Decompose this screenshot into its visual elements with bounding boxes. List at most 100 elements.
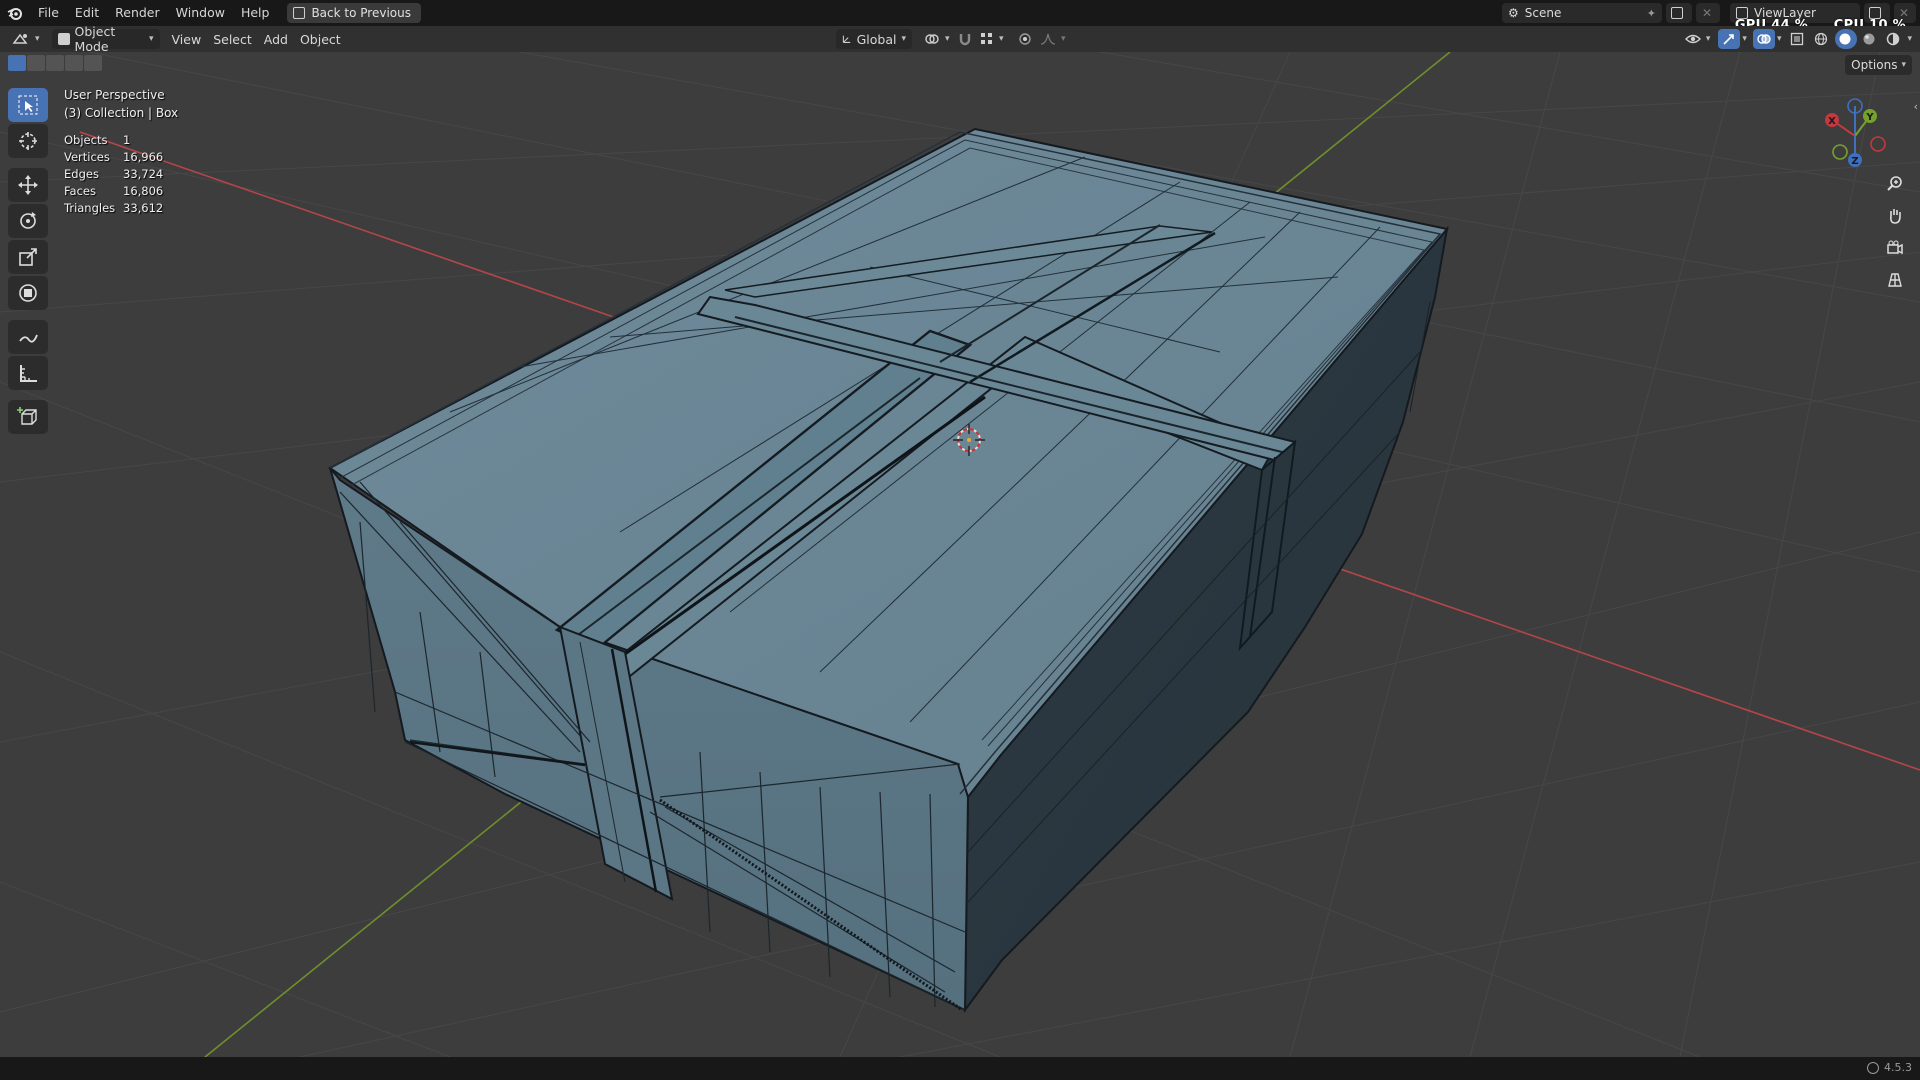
cursor-arrow-icon [18, 95, 38, 115]
snap-target-button[interactable]: ▾ [974, 29, 1010, 49]
stat-label: Faces [64, 184, 96, 198]
chevron-down-icon: ▾ [999, 34, 1004, 44]
select-extend-icon[interactable] [27, 55, 45, 71]
stat-label: Edges [64, 167, 99, 181]
add-cube-tool[interactable] [8, 400, 48, 434]
version-label: 4.5.3 [1884, 1061, 1912, 1074]
menu-select[interactable]: Select [207, 29, 258, 49]
chevron-down-icon: ▾ [1705, 34, 1711, 44]
material-preview-button[interactable] [1859, 29, 1881, 49]
menu-view[interactable]: View [166, 29, 208, 49]
3d-viewport[interactable]: User Perspective (3) Collection | Box Ob… [0, 52, 1920, 1057]
box-mesh[interactable] [328, 127, 1449, 1014]
rendered-shading-button[interactable] [1883, 29, 1905, 49]
menu-object[interactable]: Object [294, 29, 347, 49]
neg-y-axis-icon[interactable] [1832, 144, 1848, 160]
neg-x-axis-icon[interactable] [1870, 136, 1886, 152]
stat-value: 1 [123, 133, 131, 147]
back-to-previous-button[interactable]: Back to Previous [287, 3, 421, 23]
gizmo-toggle[interactable] [1718, 29, 1741, 49]
stat-label: Objects [64, 133, 108, 147]
xray-icon [1791, 32, 1804, 46]
hand-icon [1890, 209, 1901, 224]
cursor-tool[interactable] [8, 124, 48, 158]
transform-icon [19, 284, 37, 302]
scene-selector[interactable]: ⚙ Scene ✦ [1502, 3, 1662, 23]
pivot-icon [925, 34, 939, 44]
camera-icon [1887, 240, 1903, 255]
scale-tool[interactable] [8, 240, 48, 274]
chevron-down-icon: ▾ [1901, 60, 1906, 70]
zoom-button[interactable] [1880, 170, 1910, 198]
close-icon: ✕ [1702, 6, 1713, 20]
globe-icon [1867, 1061, 1879, 1074]
navigation-gizmo[interactable]: Y X Z [1810, 92, 1900, 182]
falloff-curve-icon [1040, 33, 1056, 45]
select-new-icon[interactable] [8, 55, 26, 71]
pencil-icon [19, 334, 38, 343]
zoom-icon [1887, 176, 1902, 191]
object-mode-dropdown[interactable]: Object Mode ▾ [51, 24, 160, 54]
xray-toggle[interactable] [1787, 29, 1809, 49]
proportional-falloff-button[interactable]: ▾ [1034, 29, 1072, 49]
scene-icon: ⚙ [1508, 6, 1519, 20]
chevron-down-icon: ▾ [35, 34, 40, 44]
sidebar-toggle-icon[interactable]: ‹ [1914, 100, 1918, 113]
pivot-point-button[interactable]: ▾ [918, 29, 956, 49]
camera-view-button[interactable] [1880, 234, 1910, 262]
editor-type-icon [12, 33, 28, 44]
material-sphere-icon [1863, 33, 1875, 45]
object-mode-icon [57, 33, 70, 45]
new-scene-button[interactable] [1666, 3, 1692, 23]
navigation-buttons [1880, 170, 1910, 294]
menu-file[interactable]: File [30, 2, 67, 24]
menu-edit[interactable]: Edit [67, 2, 107, 24]
wireframe-sphere-icon [1815, 32, 1828, 46]
transform-orientation-dropdown[interactable]: Global ▾ [836, 29, 912, 49]
transform-tool[interactable] [8, 276, 48, 310]
rotate-tool[interactable] [8, 204, 48, 238]
object-visibility-button[interactable]: ▾ [1679, 29, 1717, 49]
grid-perspective-icon [1888, 273, 1902, 287]
select-difference-icon[interactable] [65, 55, 83, 71]
y-axis-label: Y [1865, 112, 1874, 123]
chevron-down-icon: ▾ [149, 34, 154, 44]
scene-canvas[interactable] [0, 52, 1920, 1057]
options-label: Options [1851, 58, 1898, 72]
blender-logo-icon[interactable] [0, 0, 30, 26]
delete-scene-button[interactable]: ✕ [1696, 3, 1720, 23]
crosshair-cursor-icon [19, 132, 37, 150]
editor-type-button[interactable]: ▾ [6, 29, 46, 49]
toggle-perspective-button[interactable] [1880, 266, 1910, 294]
menu-window[interactable]: Window [168, 2, 233, 24]
wireframe-shading-button[interactable] [1811, 29, 1833, 49]
proportional-editing-icon [1019, 33, 1031, 45]
new-scene-icon [1671, 7, 1683, 19]
pin-icon[interactable]: ✦ [1647, 7, 1656, 20]
options-dropdown[interactable]: Options ▾ [1845, 55, 1912, 75]
select-intersect-icon[interactable] [84, 55, 102, 71]
rendered-sphere-icon [1887, 32, 1900, 46]
measure-tool[interactable] [8, 356, 48, 390]
move-tool[interactable] [8, 168, 48, 202]
top-bar: File Edit Render Window Help Back to Pre… [0, 0, 1920, 26]
menu-add[interactable]: Add [258, 29, 294, 49]
select-subtract-icon[interactable] [46, 55, 64, 71]
version-info: 4.5.3 [1867, 1061, 1912, 1074]
back-icon [293, 7, 306, 19]
menu-help[interactable]: Help [233, 2, 278, 24]
chevron-down-icon: ▾ [901, 34, 906, 44]
chevron-down-icon[interactable]: ▾ [1777, 34, 1782, 44]
scene-name: Scene [1524, 6, 1562, 20]
overlays-toggle[interactable] [1752, 29, 1775, 49]
solid-shading-button[interactable] [1835, 29, 1858, 49]
menu-render[interactable]: Render [107, 2, 168, 24]
stat-label: Vertices [64, 150, 110, 164]
object-mode-label: Object Mode [74, 24, 116, 54]
chevron-down-icon[interactable]: ▾ [1907, 34, 1912, 44]
move-arrows-icon [18, 175, 38, 195]
chevron-down-icon[interactable]: ▾ [1742, 34, 1747, 44]
select-box-tool[interactable] [8, 88, 48, 122]
annotate-tool[interactable] [8, 320, 48, 354]
pan-button[interactable] [1880, 202, 1910, 230]
